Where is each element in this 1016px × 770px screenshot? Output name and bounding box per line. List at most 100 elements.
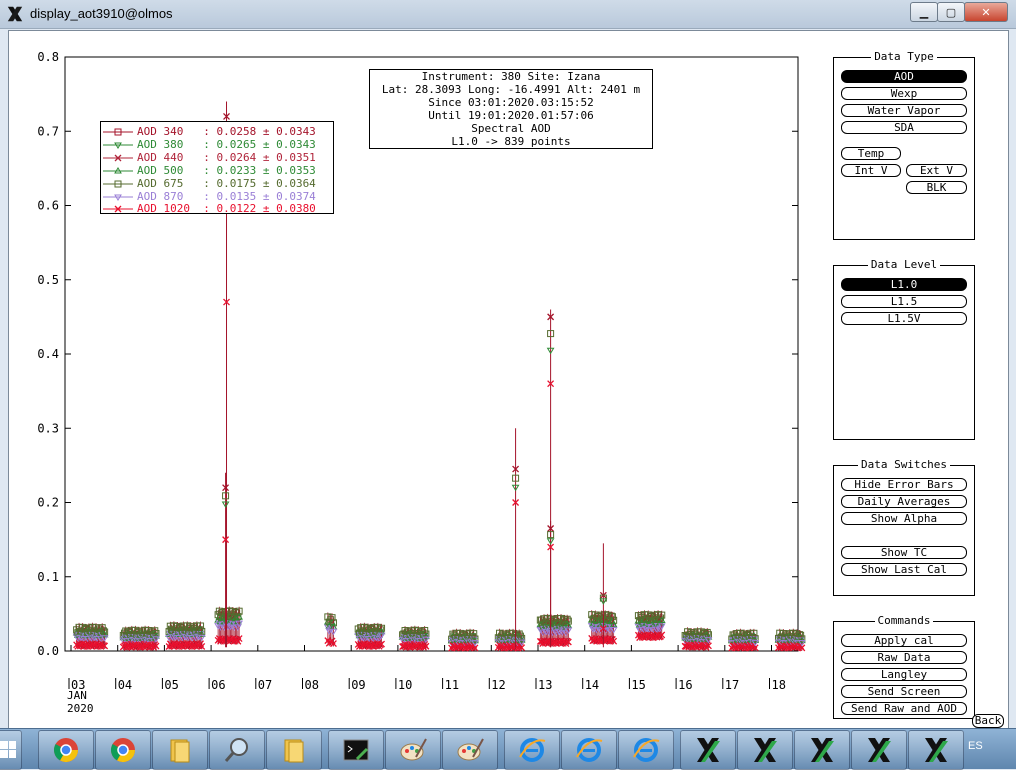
search-icon [224, 738, 248, 762]
taskbar-button[interactable] [794, 730, 850, 770]
data-type-panel: Data Type AOD Wexp Water Vapor SDA Temp … [833, 50, 975, 240]
info-points: L1.0 -> 839 points [451, 135, 571, 148]
ie-icon [576, 738, 603, 762]
legend-symbol [103, 142, 133, 149]
blk-button[interactable]: BLK [906, 181, 967, 194]
taskbar-button[interactable] [38, 730, 94, 770]
legend-label: AOD 870 : 0.0135 ± 0.0374 [137, 189, 316, 203]
legend-symbol [103, 166, 133, 174]
commands-title: Commands [874, 614, 934, 627]
raw-data-button[interactable]: Raw Data [841, 651, 967, 664]
data-switches-title: Data Switches [857, 458, 951, 471]
taskbar-button[interactable] [95, 730, 151, 770]
legend-label: AOD 500 : 0.0233 ± 0.0353 [137, 163, 316, 177]
temp-button[interactable]: Temp [841, 147, 901, 160]
int-v-button[interactable]: Int V [841, 164, 901, 177]
chrome-icon [110, 738, 135, 763]
x-axis: 03 04 05 06 07 08 09 10 11 12 13 14 15 16 17 18 [68, 645, 786, 692]
paint-icon [400, 738, 427, 761]
info-box: Instrument: 380 Site: Izana Lat: 28.3093… [369, 69, 653, 149]
x-year-label: 2020 [67, 702, 94, 715]
data-level-panel: Data Level L1.0 L1.5 L1.5V [833, 258, 975, 440]
commands-panel: Commands Apply cal Raw Data Langley Send… [833, 614, 975, 719]
taskbar-button[interactable] [618, 730, 674, 770]
legend-symbol [103, 128, 133, 136]
info-since: Since 03:01:2020.03:15:52 [428, 96, 594, 109]
daily-averages-button[interactable]: Daily Averages [841, 495, 967, 508]
langley-button[interactable]: Langley [841, 668, 967, 681]
y-tick-label: 0.6 [37, 199, 59, 213]
taskbar-button[interactable] [680, 730, 736, 770]
taskbar-button[interactable] [442, 730, 498, 770]
legend-symbol [103, 180, 133, 188]
chart-title: Spectral AOD [471, 122, 551, 135]
x-tick-label: 05 [164, 678, 178, 692]
x-tick-label: 16 [678, 678, 692, 692]
x-tick-label: 06 [211, 678, 225, 692]
language-indicator[interactable]: ES [968, 740, 983, 752]
legend-label: AOD 675 : 0.0175 ± 0.0364 [137, 176, 316, 190]
taskbar: ES [0, 728, 1016, 770]
ie-icon [633, 738, 660, 762]
x-icon [925, 738, 948, 762]
back-button[interactable]: Back [972, 714, 1004, 728]
y-tick-label: 0.2 [37, 496, 59, 510]
legend-label: AOD 340 : 0.0258 ± 0.0343 [137, 125, 316, 138]
sda-button[interactable]: SDA [841, 121, 967, 134]
x-icon [697, 738, 720, 762]
x-tick-label: 08 [305, 678, 319, 692]
data-switches-panel: Data Switches Hide Error Bars Daily Aver… [833, 458, 975, 596]
x-icon [868, 738, 891, 762]
x-tick-label: 15 [631, 678, 645, 692]
apply-cal-button[interactable]: Apply cal [841, 634, 967, 647]
level-l15-button[interactable]: L1.5 [841, 295, 967, 308]
show-alpha-button[interactable]: Show Alpha [841, 512, 967, 525]
level-l15v-button[interactable]: L1.5V [841, 312, 967, 325]
taskbar-button[interactable] [561, 730, 617, 770]
x-tick-label: 11 [445, 678, 459, 692]
taskbar-button[interactable] [385, 730, 441, 770]
taskbar-button[interactable] [328, 730, 384, 770]
x-icon [811, 738, 834, 762]
y-tick-label: 0.7 [37, 124, 59, 138]
x-tick-label: 14 [585, 678, 599, 692]
y-tick-label: 0.8 [37, 50, 59, 64]
hide-error-bars-button[interactable]: Hide Error Bars [841, 478, 967, 491]
x-tick-label: 13 [538, 678, 552, 692]
y-tick-label: 0.5 [37, 273, 59, 287]
show-last-cal-button[interactable]: Show Last Cal [841, 563, 967, 576]
ext-v-button[interactable]: Ext V [906, 164, 967, 177]
folder-icon [284, 739, 304, 763]
legend-symbol [103, 205, 133, 213]
info-instrument: Instrument: 380 Site: Izana [421, 70, 601, 83]
data-type-title: Data Type [871, 50, 937, 63]
paint-icon [457, 738, 484, 761]
windows-icon [0, 741, 16, 758]
taskbar-button[interactable] [737, 730, 793, 770]
data-level-title: Data Level [867, 258, 941, 271]
send-screen-button[interactable]: Send Screen [841, 685, 967, 698]
y-tick-label: 0.3 [37, 421, 59, 435]
chrome-icon [53, 738, 78, 763]
x-tick-label: 07 [258, 678, 272, 692]
info-location: Lat: 28.3093 Long: -16.4991 Alt: 2401 m [381, 83, 641, 96]
y-tick-label: 0.1 [37, 570, 59, 584]
taskbar-button[interactable] [266, 730, 322, 770]
send-raw-aod-button[interactable]: Send Raw and AOD [841, 702, 967, 715]
taskbar-button[interactable] [504, 730, 560, 770]
x-tick-label: 18 [772, 678, 786, 692]
x-tick-label: 17 [725, 678, 739, 692]
show-tc-button[interactable]: Show TC [841, 546, 967, 559]
ie-icon [519, 738, 546, 762]
aod-button[interactable]: AOD [841, 70, 967, 83]
taskbar-button[interactable] [851, 730, 907, 770]
level-l10-button[interactable]: L1.0 [841, 278, 967, 291]
legend-symbol [103, 194, 133, 201]
taskbar-button[interactable] [908, 730, 964, 770]
wexp-button[interactable]: Wexp [841, 87, 967, 100]
taskbar-button[interactable] [152, 730, 208, 770]
x-month-label: JAN [67, 689, 87, 702]
taskbar-button[interactable] [209, 730, 265, 770]
water-vapor-button[interactable]: Water Vapor [841, 104, 967, 117]
start-button[interactable] [0, 730, 22, 770]
